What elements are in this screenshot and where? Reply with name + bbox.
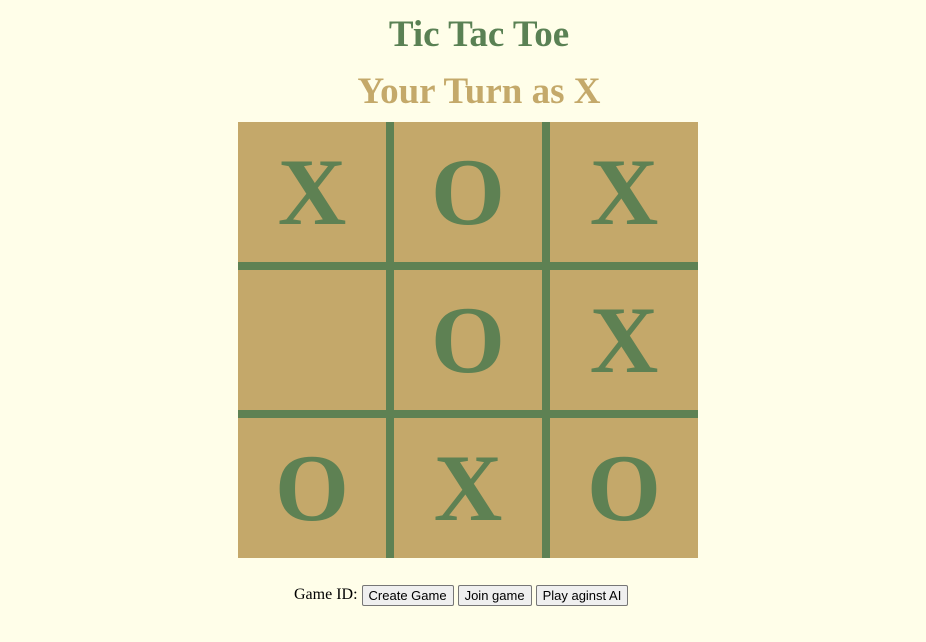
board-cell[interactable]: O	[550, 418, 698, 558]
board-cell[interactable]	[238, 270, 386, 410]
board-cell[interactable]: O	[394, 122, 542, 262]
create-game-button[interactable]: Create Game	[361, 584, 454, 606]
board-cell[interactable]: X	[550, 122, 698, 262]
game-id-label: Game ID:	[294, 586, 358, 603]
board-cell[interactable]: O	[238, 418, 386, 558]
board-cell[interactable]: O	[394, 270, 542, 410]
game-controls: Game ID: Create Game Join game Play agin…	[294, 584, 632, 606]
board-cell[interactable]: X	[394, 418, 542, 558]
play-against-ai-button[interactable]: Play aginst AI	[535, 584, 629, 606]
turn-status: Your Turn as X	[357, 71, 601, 112]
page-title: Tic Tac Toe	[388, 14, 570, 55]
board-cell[interactable]: X	[550, 270, 698, 410]
join-game-button[interactable]: Join game	[457, 584, 532, 606]
board-cell[interactable]: X	[238, 122, 386, 262]
game-board: X O X O X O X O	[238, 122, 698, 558]
